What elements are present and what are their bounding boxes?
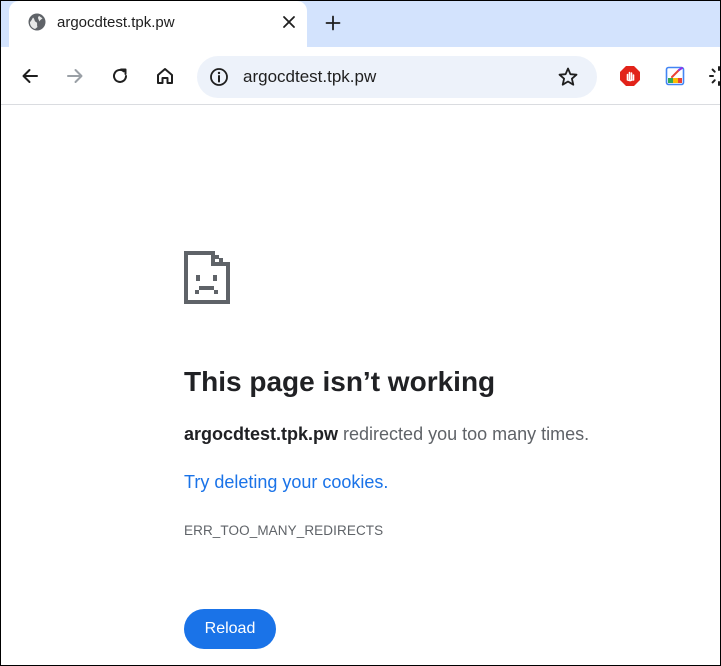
error-page: This page isn’t working argocdtest.tpk.p…: [1, 106, 720, 665]
error-message-text: redirected you too many times.: [338, 424, 590, 444]
new-tab-button[interactable]: [321, 11, 345, 35]
globe-icon: [28, 13, 46, 31]
reload-toolbar-button[interactable]: [108, 64, 132, 88]
plus-icon: [325, 15, 341, 31]
loading-spinner-icon[interactable]: [708, 65, 720, 87]
page-title: This page isn’t working: [184, 366, 496, 397]
error-message: argocdtest.tpk.pw redirected you too man…: [184, 424, 589, 445]
tab-active[interactable]: argocdtest.tpk.pw: [9, 1, 307, 47]
arrow-right-icon: [67, 69, 83, 83]
info-icon[interactable]: [209, 67, 229, 87]
tab-strip: argocdtest.tpk.pw: [1, 1, 720, 47]
arrow-left-icon: [22, 69, 38, 83]
color-picker-icon[interactable]: [664, 65, 686, 87]
refresh-icon: [113, 68, 127, 83]
reload-button[interactable]: Reload: [184, 609, 276, 649]
sad-page-icon: [184, 251, 230, 304]
forward-button[interactable]: [63, 64, 87, 88]
star-icon[interactable]: [557, 66, 579, 88]
home-icon: [157, 68, 173, 84]
close-icon[interactable]: [279, 12, 299, 32]
back-button[interactable]: [18, 64, 42, 88]
delete-cookies-link[interactable]: Try deleting your cookies.: [184, 472, 388, 493]
adblock-icon[interactable]: [619, 65, 641, 87]
home-button[interactable]: [153, 64, 177, 88]
error-code: ERR_TOO_MANY_REDIRECTS: [184, 523, 384, 538]
error-host: argocdtest.tpk.pw: [184, 424, 339, 444]
browser-window: argocdtest.tpk.pw argocdtest.tpk.pw This…: [1, 1, 720, 665]
tab-title: argocdtest.tpk.pw: [57, 14, 175, 31]
address-bar[interactable]: argocdtest.tpk.pw: [197, 56, 597, 98]
toolbar: argocdtest.tpk.pw: [1, 47, 720, 105]
url-text[interactable]: argocdtest.tpk.pw: [243, 67, 376, 87]
